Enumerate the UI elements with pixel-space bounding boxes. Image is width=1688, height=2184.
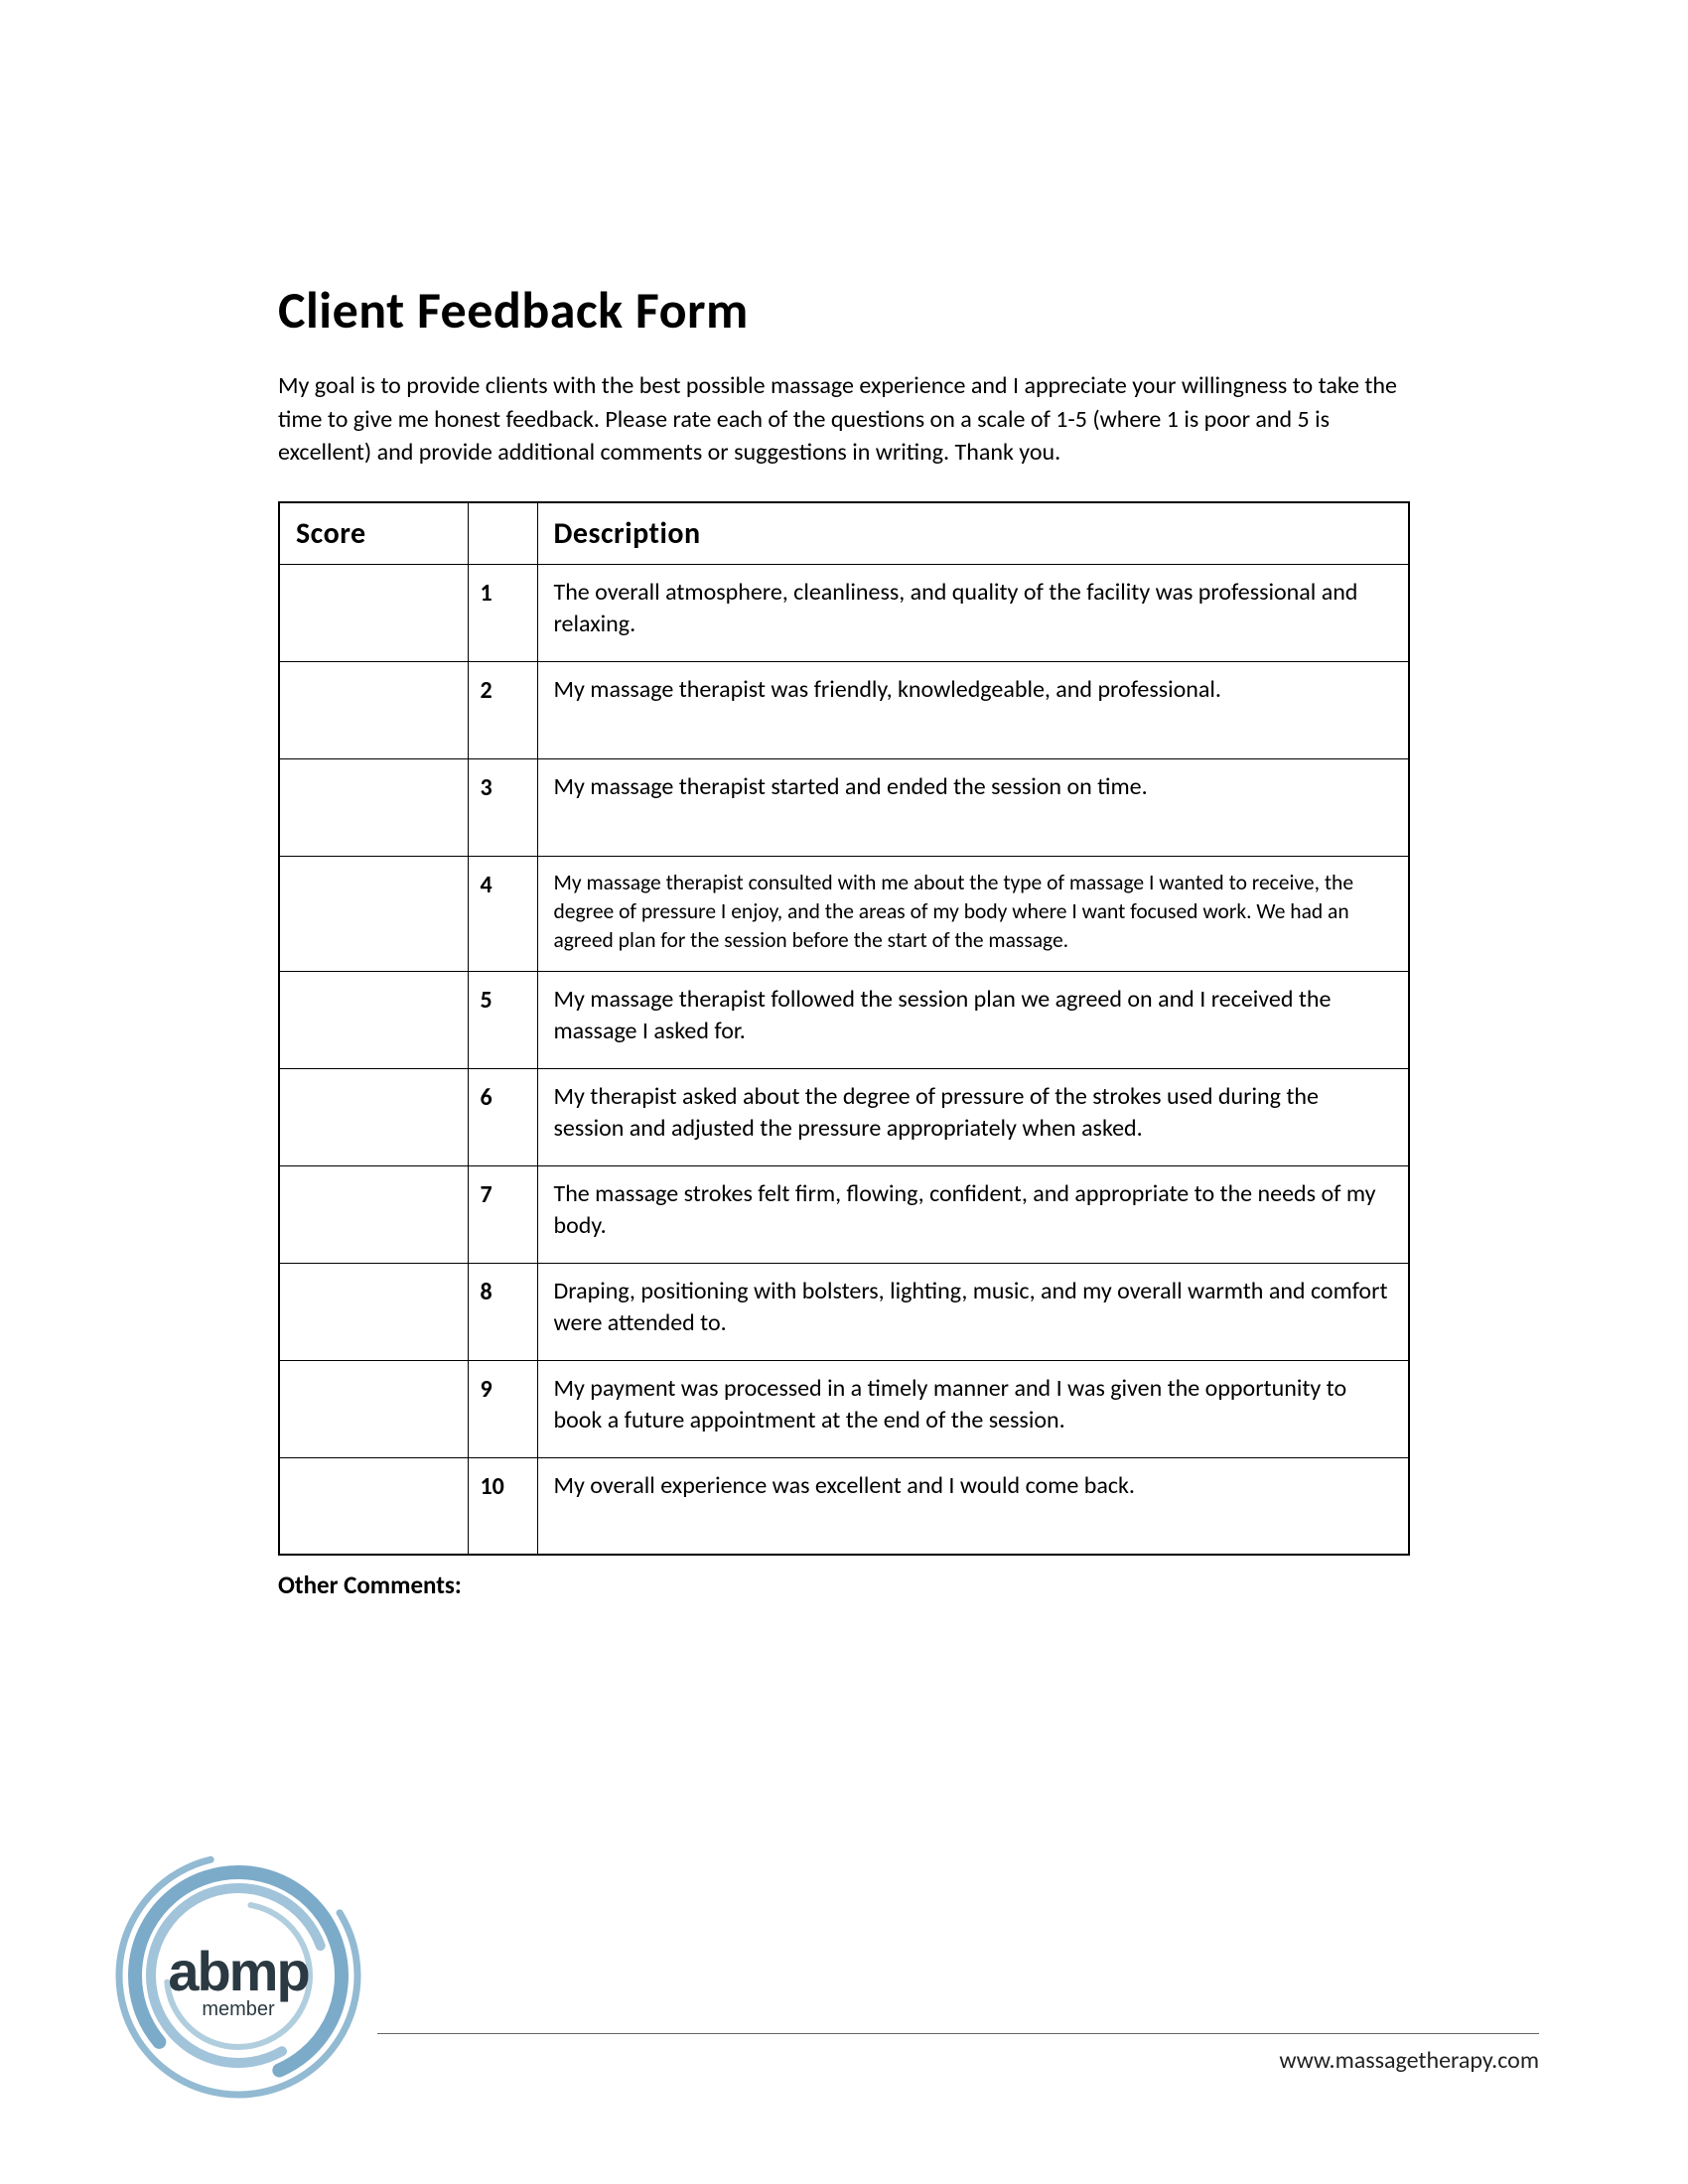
score-input-cell[interactable] [279,758,468,856]
row-description: My massage therapist consulted with me a… [537,856,1409,971]
score-input-cell[interactable] [279,1263,468,1360]
score-input-cell[interactable] [279,661,468,758]
table-row: 5My massage therapist followed the sessi… [279,971,1409,1068]
row-description: My massage therapist followed the sessio… [537,971,1409,1068]
footer-divider [377,2033,1539,2034]
score-input-cell[interactable] [279,1165,468,1263]
table-row: 6My therapist asked about the degree of … [279,1068,1409,1165]
table-row: 9My payment was processed in a timely ma… [279,1360,1409,1457]
table-row: 4My massage therapist consulted with me … [279,856,1409,971]
table-row: 3My massage therapist started and ended … [279,758,1409,856]
page-title: Client Feedback Form [278,278,1410,341]
row-description: My overall experience was excellent and … [537,1457,1409,1555]
score-input-cell[interactable] [279,1457,468,1555]
table-header-blank [468,502,537,565]
row-description: My massage therapist was friendly, knowl… [537,661,1409,758]
other-comments-label: Other Comments: [278,1570,1410,1600]
table-header-score: Score [279,502,468,565]
table-row: 1The overall atmosphere, cleanliness, an… [279,564,1409,661]
feedback-table: Score Description 1The overall atmospher… [278,501,1410,1557]
table-row: 7The massage strokes felt firm, flowing,… [279,1165,1409,1263]
row-number: 9 [468,1360,537,1457]
score-input-cell[interactable] [279,856,468,971]
row-description: My therapist asked about the degree of p… [537,1068,1409,1165]
logo-subtext: member [202,1998,275,2020]
intro-paragraph: My goal is to provide clients with the b… [278,369,1410,470]
row-number: 3 [468,758,537,856]
row-number: 8 [468,1263,537,1360]
row-number: 5 [468,971,537,1068]
table-row: 10My overall experience was excellent an… [279,1457,1409,1555]
row-number: 2 [468,661,537,758]
score-input-cell[interactable] [279,971,468,1068]
row-description: The overall atmosphere, cleanliness, and… [537,564,1409,661]
row-number: 6 [468,1068,537,1165]
table-header-description: Description [537,502,1409,565]
score-input-cell[interactable] [279,1360,468,1457]
table-row: 8Draping, positioning with bolsters, lig… [279,1263,1409,1360]
score-input-cell[interactable] [279,564,468,661]
row-description: The massage strokes felt firm, flowing, … [537,1165,1409,1263]
row-number: 1 [468,564,537,661]
row-number: 7 [468,1165,537,1263]
row-number: 4 [468,856,537,971]
footer: www.massagetherapy.com [0,2033,1688,2075]
row-description: My payment was processed in a timely man… [537,1360,1409,1457]
row-description: My massage therapist started and ended t… [537,758,1409,856]
row-description: Draping, positioning with bolsters, ligh… [537,1263,1409,1360]
footer-url: www.massagetherapy.com [99,2046,1539,2075]
row-number: 10 [468,1457,537,1555]
logo-text: abmp [168,1940,308,2002]
table-row: 2My massage therapist was friendly, know… [279,661,1409,758]
score-input-cell[interactable] [279,1068,468,1165]
